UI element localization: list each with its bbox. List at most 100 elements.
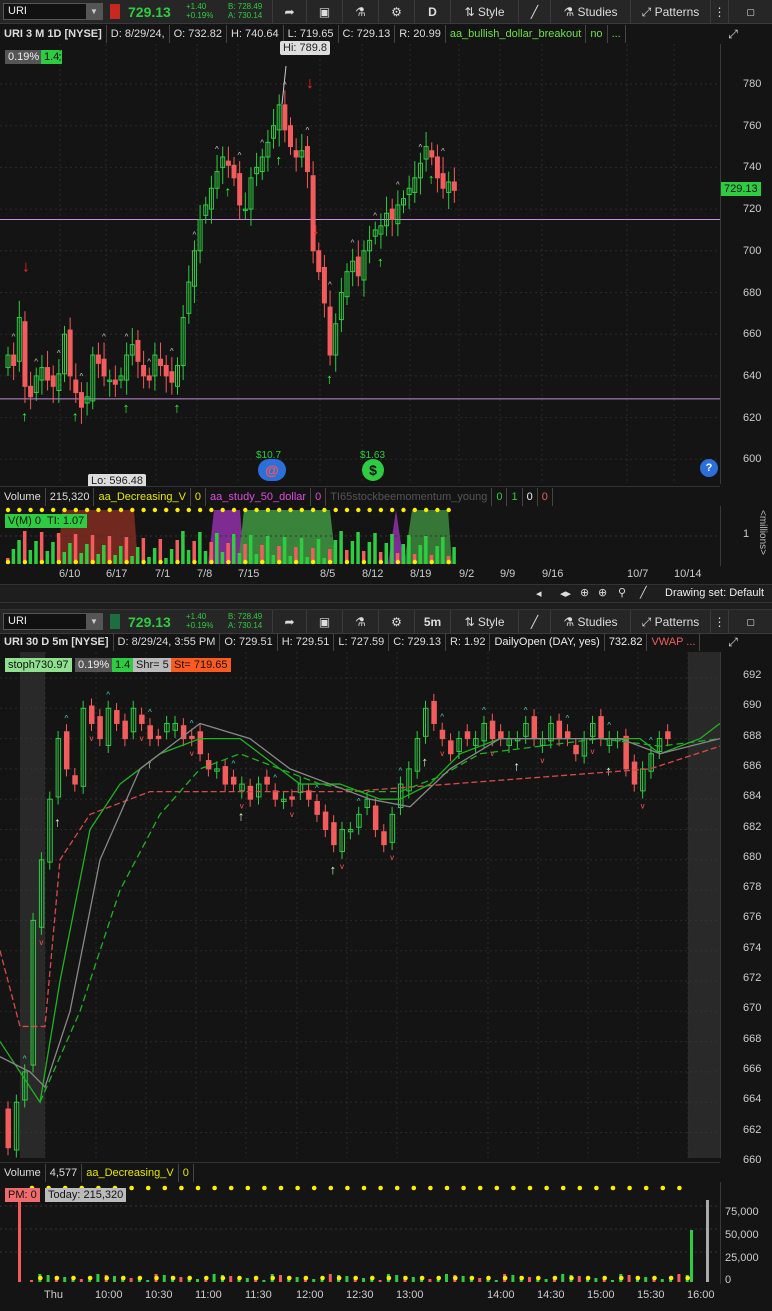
drawing-tool-button[interactable]: ╱ [518,0,550,24]
study-decreasing-v[interactable]: aa_Decreasing_V [82,1163,179,1182]
time-tick: 10:00 [95,1289,123,1301]
candle-body [222,766,229,785]
snapshot-button[interactable]: ▣ [306,610,342,634]
maximize-icon[interactable]: ▢ [728,610,772,634]
daily-price-axis[interactable]: 780 760 740 720 700 680 660 640 620 600 [720,44,772,484]
volume-bar [295,1277,299,1282]
patterns-button[interactable]: ⤢ Patterns [630,0,710,24]
flag-icon[interactable] [110,4,120,19]
caret-marker: ^ [34,358,38,367]
signal-dot [345,1185,350,1191]
magnifier-icon[interactable]: ⚲ [618,586,626,599]
drawing-icon[interactable]: ⤢ [720,24,746,44]
aggregation-button[interactable]: 5m [414,610,450,634]
signal-dot [197,507,203,513]
signal-dot [262,1185,267,1191]
volume-bar [254,554,259,564]
flag-icon[interactable] [110,614,120,629]
signal-dot [277,559,282,565]
caret-marker: ^ [57,349,61,358]
today-badge: Today: 215,320 [45,1188,127,1202]
bar-range: R: 1.92 [446,633,491,651]
sell-arrow: ↓ [22,259,30,276]
daily-open-label[interactable]: DailyOpen (DAY, yes) [490,633,605,651]
volume-tick: 25,000 [725,1252,759,1264]
caret-marker: ^ [106,691,110,700]
symbol-input[interactable]: URI ▼ [3,613,103,630]
candle-body [146,375,152,381]
volume-bar [282,537,287,564]
study-momentum[interactable]: TI65stockbeemomentum_young [326,487,493,506]
daily-time-axis[interactable]: 6/10 6/17 7/1 7/8 7/15 8/5 8/12 8/19 9/2 9/9 9/16 1… [0,566,720,584]
study-50-dollar[interactable]: aa_study_50_dollar [206,487,312,506]
signal-dot [544,1185,549,1191]
volume-bar [611,1280,614,1282]
volume-bar [401,544,405,564]
down-marker: v [641,801,645,810]
drawing-set-label[interactable]: Drawing set: Default [665,587,764,599]
candle-body [531,716,538,740]
intraday-volume-axis: 75,000 50,000 25,000 0 [720,1182,772,1286]
maximize-icon[interactable]: ▢ [728,0,772,24]
volume-bar [18,1188,21,1282]
intraday-time-axis[interactable]: Thu 10:00 10:30 11:00 11:30 12:00 12:30 13:00 14… [0,1287,720,1305]
flask-icon[interactable]: ⚗ [342,610,378,634]
top-scroll-bar[interactable]: ◂ ◂▸ ⊕ ⊕ ⚲ ╱ Drawing set: Default [0,584,772,602]
volume-bar [179,1277,183,1282]
gear-icon[interactable]: ⚙ [378,610,414,634]
caret-marker: ^ [396,180,400,189]
zoom-fit-icon[interactable]: ◂▸ [560,587,571,600]
share-button[interactable]: ➦ [272,610,306,634]
volume-tick: 0 [725,1274,732,1286]
bar-open: O: 729.51 [220,633,278,651]
snapshot-button[interactable]: ▣ [306,0,342,24]
scroll-left-icon[interactable]: ◂ [536,587,542,600]
volume-bar [677,1274,681,1282]
style-button[interactable]: ⇅ Style [450,0,518,24]
more-icon[interactable]: ⋮ [710,0,728,24]
volume-bar [56,533,61,564]
more-icon[interactable]: ⋮ [710,610,728,634]
studies-button[interactable]: ⚗ Studies [550,0,630,24]
patterns-button[interactable]: ⤢ Patterns [630,610,710,634]
pencil-icon[interactable]: ╱ [640,586,647,599]
study-label[interactable]: aa_bullish_dollar_breakout [446,25,587,43]
sell-arrow: ↓ [312,221,320,238]
signal-dot [469,1275,475,1281]
pane-separator[interactable] [0,602,772,610]
caret-marker: ^ [328,280,332,289]
share-button[interactable]: ➦ [272,0,306,24]
candle-body [321,266,327,304]
symbol-input[interactable]: URI ▼ [3,3,103,20]
daily-toolbar: URI ▼ 729.13 +1.40 +0.19% B: 728.49 A: 730.… [0,0,772,24]
signal-dot [310,507,316,513]
dividend-icon[interactable]: @ [258,459,286,481]
more-studies[interactable]: ... [608,25,626,43]
crosshair-icon[interactable]: ⊕ [580,586,589,599]
chevron-down-icon[interactable]: ▼ [86,614,102,629]
signal-dot [378,507,384,513]
gear-icon[interactable]: ⚙ [378,0,414,24]
zoom-icon[interactable]: ⊕ [598,586,607,599]
candle-body [101,358,107,377]
style-button[interactable]: ⇅ Style [450,610,518,634]
study-value: no [586,25,608,43]
aggregation-button[interactable]: D [414,0,450,24]
drawing-tool-button[interactable]: ╱ [518,610,550,634]
volume-bar [320,1280,324,1282]
study-decreasing-v[interactable]: aa_Decreasing_V [94,487,191,506]
volume-bar [669,1280,673,1282]
earnings-icon[interactable]: $ [362,459,384,481]
candle-body [440,173,446,189]
help-icon[interactable]: ? [700,459,718,477]
vwap-label[interactable]: VWAP ... [647,633,701,651]
volume-bar [461,1276,465,1282]
flask-icon[interactable]: ⚗ [342,0,378,24]
volume-bar [390,534,394,564]
caret-marker: ^ [238,151,242,160]
chevron-down-icon[interactable]: ▼ [86,4,102,19]
studies-button[interactable]: ⚗ Studies [550,610,630,634]
drawing-icon[interactable]: ⤢ [720,632,746,652]
signal-dot [288,507,293,513]
intraday-price-axis[interactable]: 692 690 688 686 684 682 680 678 676 674 672 670 668 6… [720,652,772,1166]
